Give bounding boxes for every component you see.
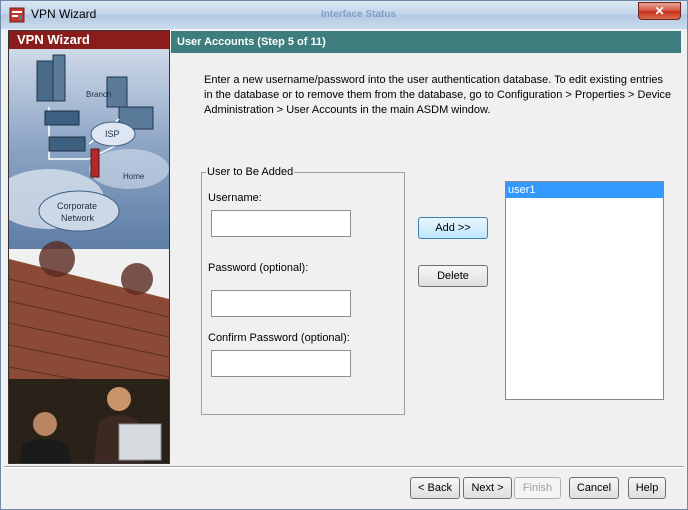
password-field[interactable] [211, 290, 351, 317]
add-user-button[interactable]: Add >> [418, 217, 488, 239]
group-title: User to Be Added [207, 166, 294, 178]
background-window-title: Interface Status [321, 9, 397, 20]
close-icon: ✕ [654, 4, 665, 18]
close-button[interactable]: ✕ [638, 2, 681, 20]
help-button[interactable]: Help [628, 477, 666, 499]
window-title: VPN Wizard [31, 7, 97, 21]
next-button[interactable]: Next > [463, 477, 512, 499]
vpn-wizard-window: VPN Wizard Interface Status ✕ VPN Wizard [0, 0, 688, 510]
list-item-user1[interactable]: user1 [506, 182, 663, 198]
footer-divider [4, 466, 684, 468]
corporate-label: Corporate [57, 201, 97, 211]
username-field[interactable] [211, 210, 351, 237]
confirm-password-field[interactable] [211, 350, 351, 377]
finish-button[interactable]: Finish [514, 477, 561, 499]
step-header: User Accounts (Step 5 of 11) [171, 31, 681, 53]
branch-label: Branch [86, 90, 111, 99]
wizard-art-panel: VPN Wizard ISP Branch Home Corporate Net… [8, 30, 170, 464]
home-label: Home [123, 172, 145, 181]
username-label: Username: [208, 192, 262, 204]
user-list[interactable]: user1 [505, 181, 664, 400]
wizard-panel-title: VPN Wizard [9, 31, 169, 49]
cancel-button[interactable]: Cancel [569, 477, 619, 499]
back-button[interactable]: < Back [410, 477, 460, 499]
network-illustration: ISP Branch Home Corporate Network [9, 49, 169, 463]
password-label: Password (optional): [208, 262, 309, 274]
app-icon [9, 7, 25, 23]
confirm-password-label: Confirm Password (optional): [208, 332, 350, 344]
delete-user-button[interactable]: Delete [418, 265, 488, 287]
title-bar[interactable]: VPN Wizard Interface Status ✕ [1, 1, 687, 29]
wizard-body: VPN Wizard ISP Branch Home Corporate Net… [4, 29, 684, 507]
isp-label: ISP [105, 129, 120, 139]
step-description: Enter a new username/password into the u… [204, 74, 672, 116]
network-label: Network [61, 213, 95, 223]
